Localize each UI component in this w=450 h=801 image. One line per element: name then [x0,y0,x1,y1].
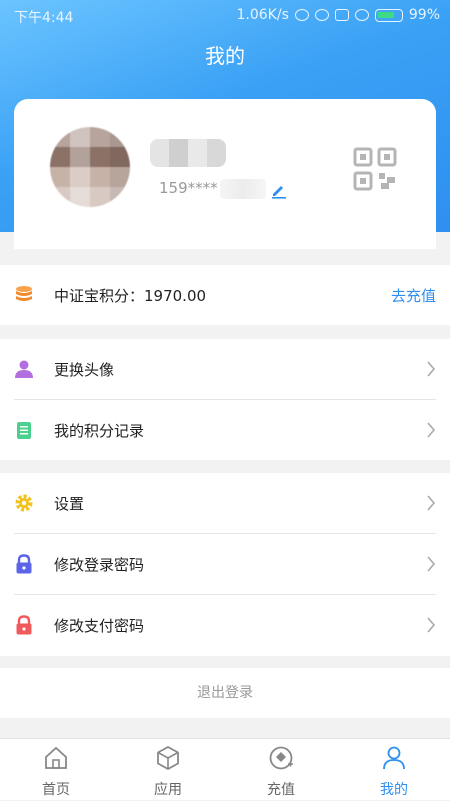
gear-icon [15,494,33,512]
person-icon [15,360,33,378]
tab-mine[interactable]: 我的 [338,739,450,801]
chevron-right-icon [427,556,436,572]
menu-item-change-avatar[interactable]: 更换头像 [0,339,450,399]
lock-icon [16,615,32,635]
menu-group-2: 设置 修改登录密码 修改支付密码 [0,473,450,656]
menu-item-points-record[interactable]: 我的积分记录 [0,400,450,460]
coin-stack-icon [16,286,32,301]
battery-icon [374,8,403,22]
menu-group-1: 更换头像 我的积分记录 [0,339,450,460]
status-time: 下午4:44 [14,10,74,26]
tab-label: 充值 [267,782,295,798]
edit-icon[interactable] [270,181,288,199]
avatar[interactable] [50,127,130,207]
battery-percent: 99% [408,7,440,23]
cube-icon [157,745,179,771]
profile-card: 159**** [14,99,436,249]
clipboard-icon [17,422,31,439]
points-row: 中证宝积分：1970.00 去充值 [0,265,450,325]
qr-code-icon[interactable] [353,147,397,191]
net-speed: 1.06K/s [236,7,289,23]
phone-number: 159**** [159,179,218,197]
recharge-icon [269,746,293,770]
menu-item-label: 设置 [54,494,85,513]
menu-item-label: 修改支付密码 [54,616,145,635]
menu-item-label: 修改登录密码 [54,555,145,574]
home-icon [45,746,67,769]
tab-recharge[interactable]: 充值 [225,739,337,801]
points-label: 中证宝积分：1970.00 [54,286,207,305]
username-blurred [150,139,226,167]
menu-item-login-password[interactable]: 修改登录密码 [0,534,450,594]
points-section: 中证宝积分：1970.00 去充值 [0,265,450,325]
chevron-right-icon [427,422,436,438]
bottom-tab-bar: 首页 应用 充值 我的 [0,738,450,800]
status-bar: 下午4:44 1.06K/s 99% [0,0,450,30]
phone-blurred [220,179,266,199]
lock-icon [16,554,32,574]
tab-label: 应用 [154,782,182,798]
alarm-icon [294,9,309,21]
chevron-right-icon [427,361,436,377]
tab-home[interactable]: 首页 [0,739,112,801]
status-icons: 1.06K/s 99% [237,7,441,23]
tab-apps[interactable]: 应用 [112,739,224,801]
tab-label: 我的 [380,782,408,798]
tab-label: 首页 [42,782,70,798]
menu-item-label: 更换头像 [54,360,115,379]
menu-item-settings[interactable]: 设置 [0,473,450,533]
user-icon [383,746,405,770]
chevron-right-icon [427,617,436,633]
menu-item-pay-password[interactable]: 修改支付密码 [0,595,450,655]
recharge-link[interactable]: 去充值 [391,285,436,306]
menu-item-label: 我的积分记录 [54,421,145,440]
signal-icon [334,9,349,21]
page-title: 我的 [205,44,245,68]
clock-icon [314,9,329,21]
wifi-icon [354,9,369,21]
chevron-right-icon [427,495,436,511]
logout-button[interactable]: 退出登录 [0,668,450,718]
